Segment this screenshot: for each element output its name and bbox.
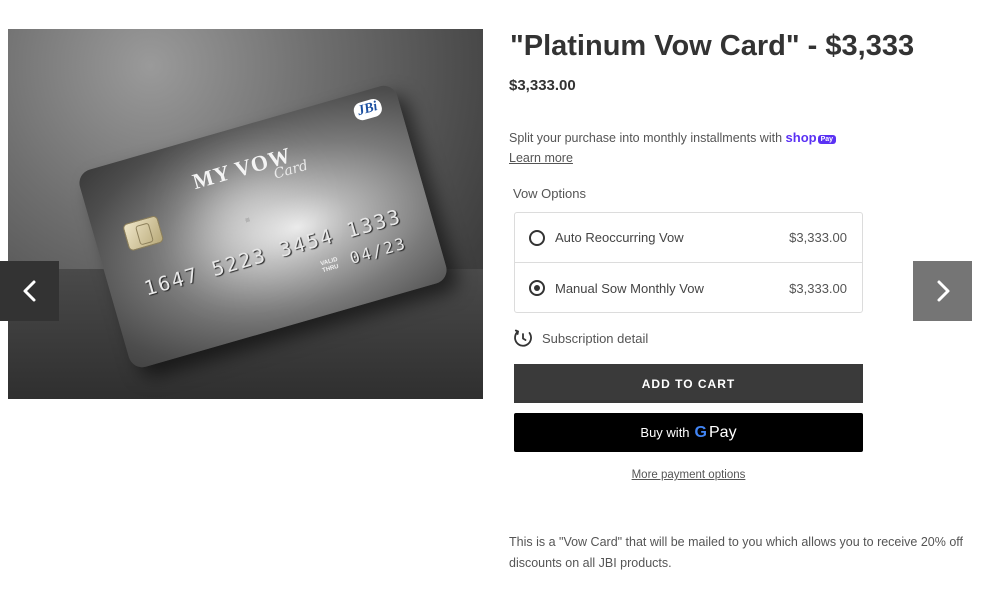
more-payment-options-link[interactable]: More payment options	[514, 469, 863, 481]
shop-pay-logo: shop Pay	[786, 130, 837, 145]
option-name: Auto Reoccurring Vow	[555, 230, 684, 245]
product-title: "Platinum Vow Card" - $3,333	[510, 30, 915, 62]
product-image: MY VOW Card JBi 1647 5223 3454 1333 VALI…	[8, 29, 483, 399]
vow-options-label: Vow Options	[513, 186, 586, 201]
learn-more-link[interactable]: Learn more	[509, 151, 573, 165]
option-price: $3,333.00	[789, 230, 847, 245]
chevron-right-icon	[937, 280, 949, 302]
subscription-clock-icon	[514, 329, 532, 347]
card-valid-label: VALID THRU	[319, 256, 340, 275]
product-price: $3,333.00	[509, 77, 576, 94]
radio-checked[interactable]	[529, 280, 545, 296]
option-auto-reoccurring-vow[interactable]: Auto Reoccurring Vow $3,333.00	[515, 213, 862, 263]
card-chip-icon	[122, 214, 165, 252]
product-description: This is a "Vow Card" that will be mailed…	[509, 535, 963, 570]
subscription-detail[interactable]: Subscription detail	[513, 328, 648, 348]
gallery-prev-button[interactable]	[0, 261, 59, 321]
google-pay-button[interactable]: Buy with G Pay	[514, 413, 863, 452]
google-g-icon: G	[694, 423, 707, 441]
shop-pay-installments: Split your purchase into monthly install…	[509, 130, 837, 145]
chevron-left-icon	[23, 280, 35, 302]
installments-text: Split your purchase into monthly install…	[509, 131, 783, 145]
gallery-next-button[interactable]	[913, 261, 972, 321]
add-to-cart-button[interactable]: ADD TO CART	[514, 364, 863, 403]
vow-options-group: Auto Reoccurring Vow $3,333.00 Manual So…	[514, 212, 863, 313]
option-name: Manual Sow Monthly Vow	[555, 280, 704, 296]
option-price: $3,333.00	[789, 280, 847, 296]
option-manual-sow-monthly-vow[interactable]: Manual Sow Monthly Vow $3,333.00	[515, 263, 862, 313]
jbi-logo: JBi	[351, 97, 384, 123]
subscription-detail-label: Subscription detail	[542, 330, 649, 346]
radio-unchecked[interactable]	[529, 229, 545, 246]
